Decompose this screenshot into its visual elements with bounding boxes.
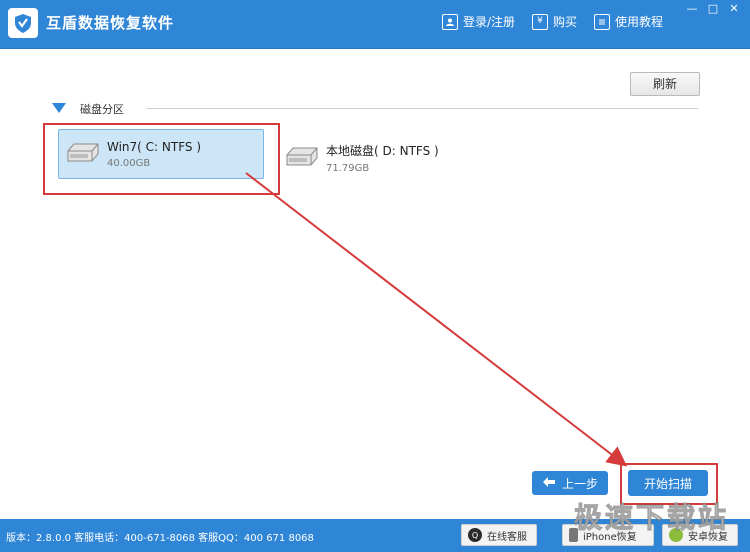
iphone-recovery-button[interactable]: iPhone恢复 [562, 524, 654, 546]
back-arrow-icon [542, 476, 556, 491]
android-recovery-button[interactable]: 安卓恢复 [662, 524, 738, 546]
online-support-button[interactable]: Q 在线客服 [461, 524, 537, 546]
support-info: 版本：2.8.0.0 客服电话：400-671-8068 客服QQ：400 67… [6, 533, 314, 544]
previous-step-button[interactable]: 上一步 [532, 471, 608, 495]
status-bar: 版本：2.8.0.0 客服电话：400-671-8068 客服QQ：400 67… [0, 519, 750, 552]
android-recovery-label: 安卓恢复 [688, 531, 728, 543]
previous-step-label: 上一步 [561, 476, 598, 491]
online-support-label: 在线客服 [487, 531, 527, 543]
iphone-recovery-label: iPhone恢复 [583, 531, 637, 543]
phone-icon [569, 528, 578, 542]
android-icon [669, 528, 683, 542]
qq-icon: Q [468, 528, 482, 542]
start-scan-button[interactable]: 开始扫描 [628, 470, 708, 496]
